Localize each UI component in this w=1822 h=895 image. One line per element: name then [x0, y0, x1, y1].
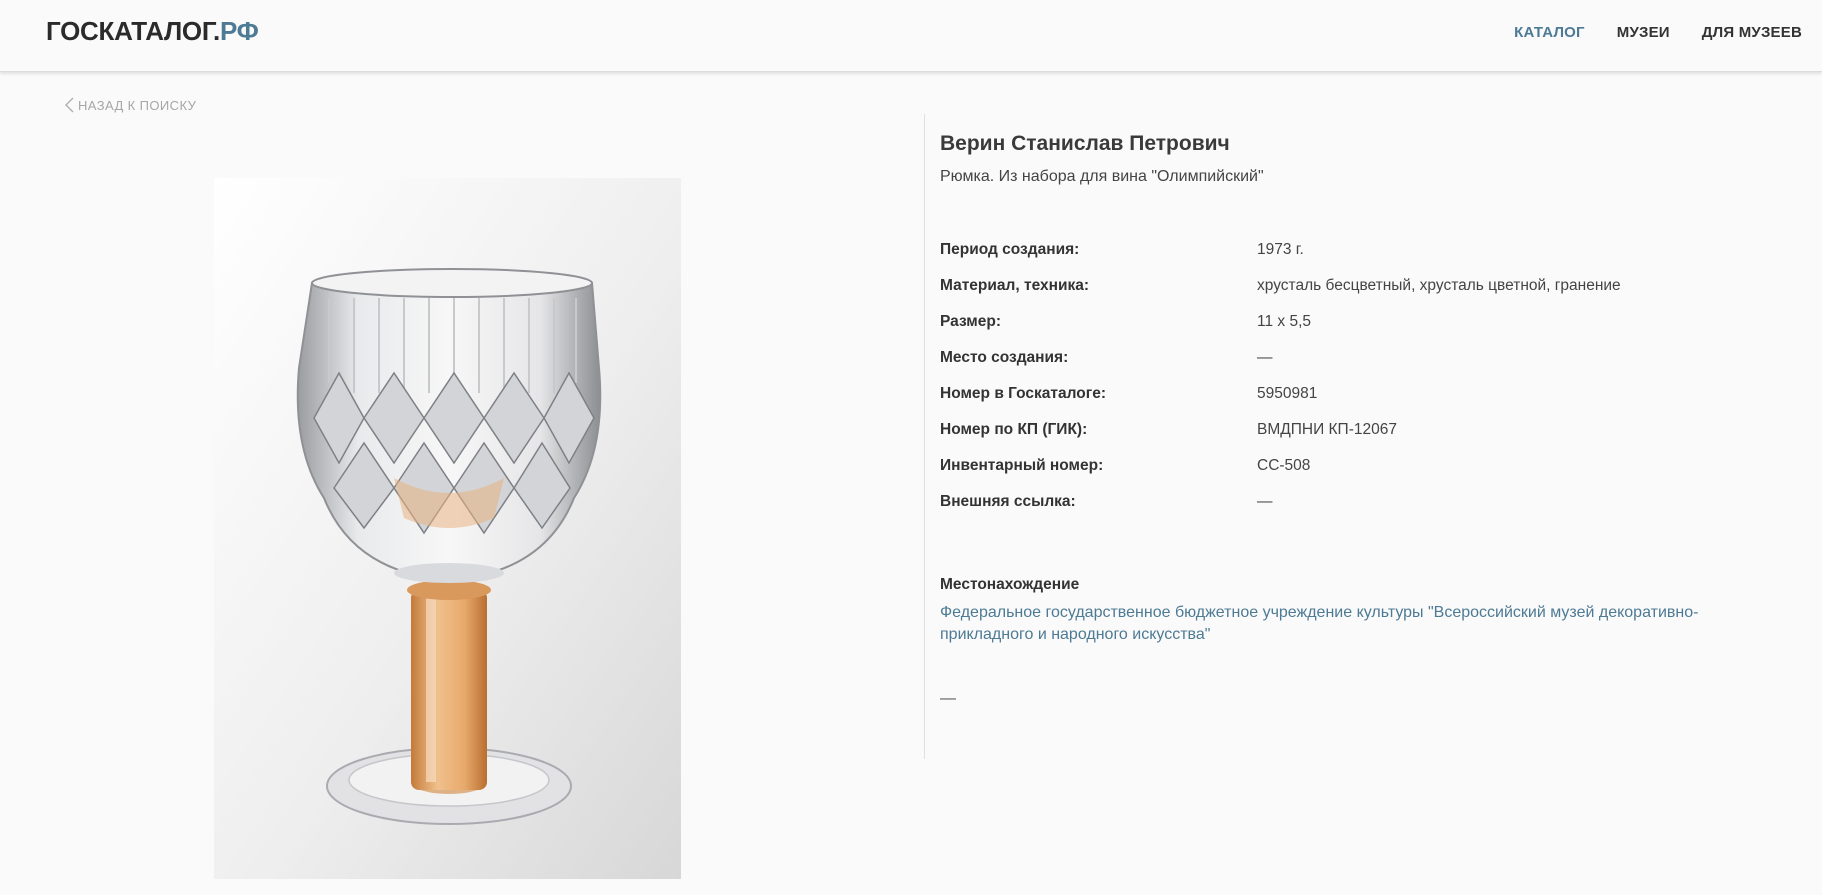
property-value: 1973 г. — [1257, 241, 1304, 258]
content-divider — [924, 114, 925, 759]
back-to-search-link[interactable]: НАЗАД К ПОИСКУ — [64, 97, 196, 113]
property-label: Инвентарный номер: — [940, 457, 1104, 474]
property-row: Внешняя ссылка: — — [940, 484, 1800, 520]
property-row: Место создания: — — [940, 340, 1800, 376]
property-value: — — [1257, 493, 1273, 510]
property-label: Номер по КП (ГИК): — [940, 421, 1088, 438]
property-row: Номер по КП (ГИК): ВМДПНИ КП-12067 — [940, 412, 1800, 448]
nav-item-museums[interactable]: МУЗЕИ — [1617, 24, 1670, 41]
property-row: Материал, техника: хрусталь бесцветный, … — [940, 268, 1800, 304]
nav-item-for-museums[interactable]: ДЛЯ МУЗЕЕВ — [1702, 24, 1802, 41]
property-value: — — [1257, 349, 1273, 366]
museum-link[interactable]: Федеральное государственное бюджетное уч… — [940, 602, 1790, 646]
property-label: Внешняя ссылка: — [940, 493, 1076, 510]
location-heading: Местонахождение — [940, 576, 1080, 593]
property-value: 11 x 5,5 — [1257, 313, 1312, 330]
wine-glass-image — [214, 178, 681, 879]
item-author: Верин Станислав Петрович — [940, 132, 1230, 155]
chevron-left-icon — [65, 97, 74, 113]
property-row: Инвентарный номер: СС-508 — [940, 448, 1800, 484]
property-row: Период создания: 1973 г. — [940, 232, 1800, 268]
back-link-label: НАЗАД К ПОИСКУ — [78, 97, 197, 113]
property-label: Материал, техника: — [940, 277, 1090, 294]
bottom-dash: — — [940, 690, 956, 707]
site-header: ГОСКАТАЛОГ.РФ КАТАЛОГ МУЗЕИ ДЛЯ МУЗЕЕВ — [0, 0, 1822, 72]
property-label: Место создания: — [940, 349, 1069, 366]
property-row: Размер: 11 x 5,5 — [940, 304, 1800, 340]
main-nav: КАТАЛОГ МУЗЕИ ДЛЯ МУЗЕЕВ — [1514, 24, 1802, 41]
item-title: Рюмка. Из набора для вина "Олимпийский" — [940, 168, 1264, 185]
property-value: ВМДПНИ КП-12067 — [1257, 421, 1397, 438]
property-value: хрусталь бесцветный, хрусталь цветной, г… — [1257, 277, 1621, 294]
logo-main-text: ГОСКАТАЛОГ. — [46, 16, 220, 46]
property-value: СС-508 — [1257, 457, 1311, 474]
nav-item-catalog[interactable]: КАТАЛОГ — [1514, 24, 1585, 41]
property-value: 5950981 — [1257, 385, 1318, 402]
property-row: Номер в Госкаталоге: 5950981 — [940, 376, 1800, 412]
property-label: Период создания: — [940, 241, 1080, 258]
property-label: Номер в Госкаталоге: — [940, 385, 1106, 402]
item-photo[interactable] — [214, 178, 681, 879]
site-logo[interactable]: ГОСКАТАЛОГ.РФ — [46, 16, 259, 47]
property-label: Размер: — [940, 313, 1001, 330]
item-properties: Период создания: 1973 г. Материал, техни… — [940, 232, 1800, 520]
logo-suffix-text: РФ — [219, 16, 259, 46]
item-info-panel: Верин Станислав Петрович Рюмка. Из набор… — [940, 128, 1800, 708]
